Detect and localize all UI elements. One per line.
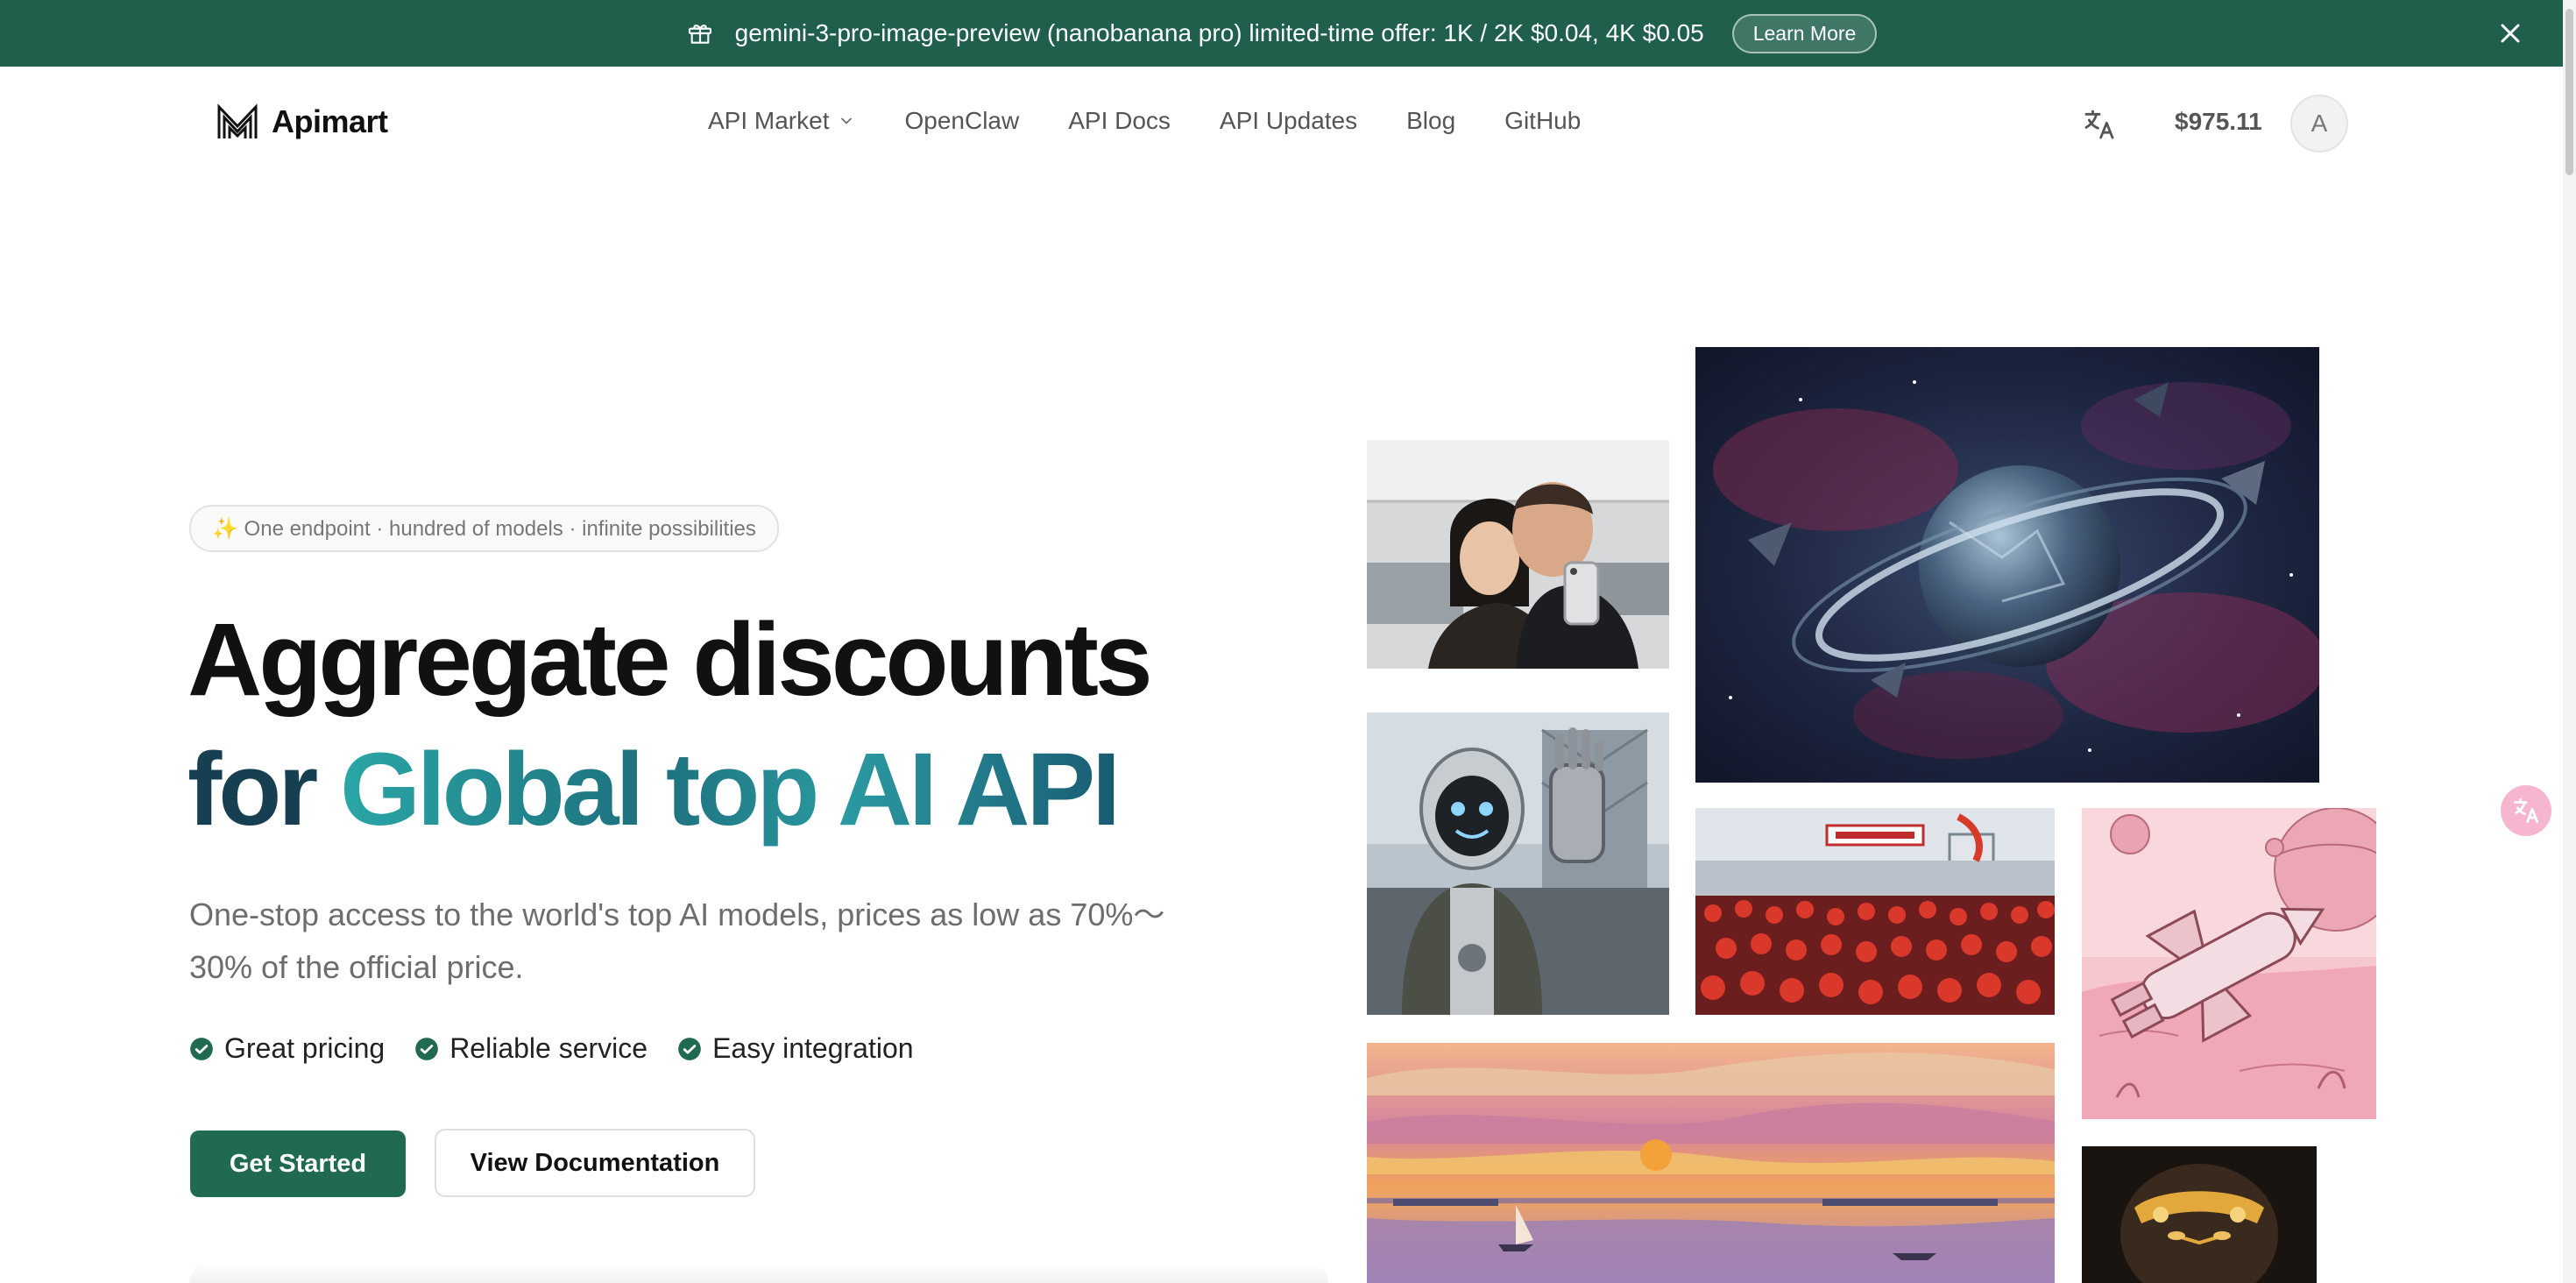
- close-icon[interactable]: [2495, 18, 2526, 49]
- feature-label: Reliable service: [449, 1032, 648, 1064]
- gallery-image-selfie[interactable]: [1367, 440, 1669, 669]
- menu-label: API Updates: [1219, 107, 1358, 134]
- menu-openclaw[interactable]: OpenClaw: [904, 107, 1019, 135]
- main-menu: API Market OpenClaw API Docs API Updates…: [708, 107, 1581, 135]
- avatar[interactable]: A: [2290, 95, 2348, 152]
- check-circle-icon: [190, 1037, 213, 1060]
- menu-label: API Market: [708, 107, 830, 134]
- chevron-down-icon: [841, 117, 853, 124]
- feature-label: Easy integration: [712, 1032, 914, 1064]
- menu-label: API Docs: [1068, 107, 1171, 134]
- feature-list: Great pricing Reliable service Easy inte…: [189, 1032, 914, 1065]
- menu-label: GitHub: [1504, 107, 1582, 134]
- headline-prefix: for: [188, 732, 341, 847]
- apimart-logo-icon: [217, 103, 258, 138]
- view-documentation-button[interactable]: View Documentation: [435, 1129, 755, 1197]
- feature-item: Reliable service: [414, 1032, 648, 1065]
- menu-github[interactable]: GitHub: [1504, 107, 1581, 135]
- translate-icon[interactable]: [2082, 107, 2117, 142]
- promo-text: gemini-3-pro-image-preview (nanobanana p…: [734, 19, 1704, 46]
- gallery-image-planet[interactable]: [1695, 347, 2319, 783]
- gallery-image-golden-mask[interactable]: [2082, 1146, 2317, 1283]
- check-circle-icon: [678, 1037, 701, 1060]
- scrollbar-thumb[interactable]: [2565, 9, 2573, 175]
- hero-headline-line1: Aggregate discounts: [188, 602, 1153, 718]
- menu-blog[interactable]: Blog: [1406, 107, 1455, 135]
- brand-name: Apimart: [272, 103, 388, 139]
- menu-api-docs[interactable]: API Docs: [1068, 107, 1171, 135]
- learn-more-button[interactable]: Learn More: [1731, 13, 1878, 53]
- menu-api-market[interactable]: API Market: [708, 107, 855, 135]
- translate-icon: [2513, 797, 2539, 824]
- menu-api-updates[interactable]: API Updates: [1220, 107, 1357, 135]
- section-shadow: [189, 1262, 1328, 1283]
- gallery-image-pink-spaceship[interactable]: [2082, 808, 2376, 1119]
- menu-label: OpenClaw: [904, 107, 1020, 134]
- headline-highlight: Global top AI API: [340, 732, 1121, 847]
- feature-label: Great pricing: [224, 1032, 386, 1064]
- feature-item: Easy integration: [677, 1032, 914, 1065]
- get-started-button[interactable]: Get Started: [190, 1131, 406, 1197]
- brand-logo[interactable]: Apimart: [216, 102, 388, 142]
- gift-icon: [688, 25, 711, 44]
- check-circle-icon: [415, 1037, 439, 1060]
- floating-translate-button[interactable]: [2501, 785, 2551, 836]
- tagline-pill: ✨ One endpoint · hundred of models · inf…: [189, 505, 779, 552]
- hero-headline-line2: for Global top AI API: [188, 738, 1121, 841]
- gallery-image-sunset-painting[interactable]: [1367, 1043, 2055, 1283]
- gallery-image-robot[interactable]: [1367, 712, 1669, 1015]
- feature-item: Great pricing: [189, 1032, 385, 1065]
- promo-banner: gemini-3-pro-image-preview (nanobanana p…: [0, 0, 2563, 67]
- menu-label: Blog: [1406, 107, 1456, 134]
- hero-subtitle: One-stop access to the world's top AI mo…: [189, 897, 1165, 985]
- top-navbar: Apimart API Market OpenClaw API Docs API…: [0, 67, 2563, 179]
- scrollbar-track[interactable]: [2563, 0, 2576, 1283]
- gallery-image-lobster-market[interactable]: [1695, 808, 2055, 1015]
- account-balance[interactable]: $975.11: [2175, 108, 2262, 136]
